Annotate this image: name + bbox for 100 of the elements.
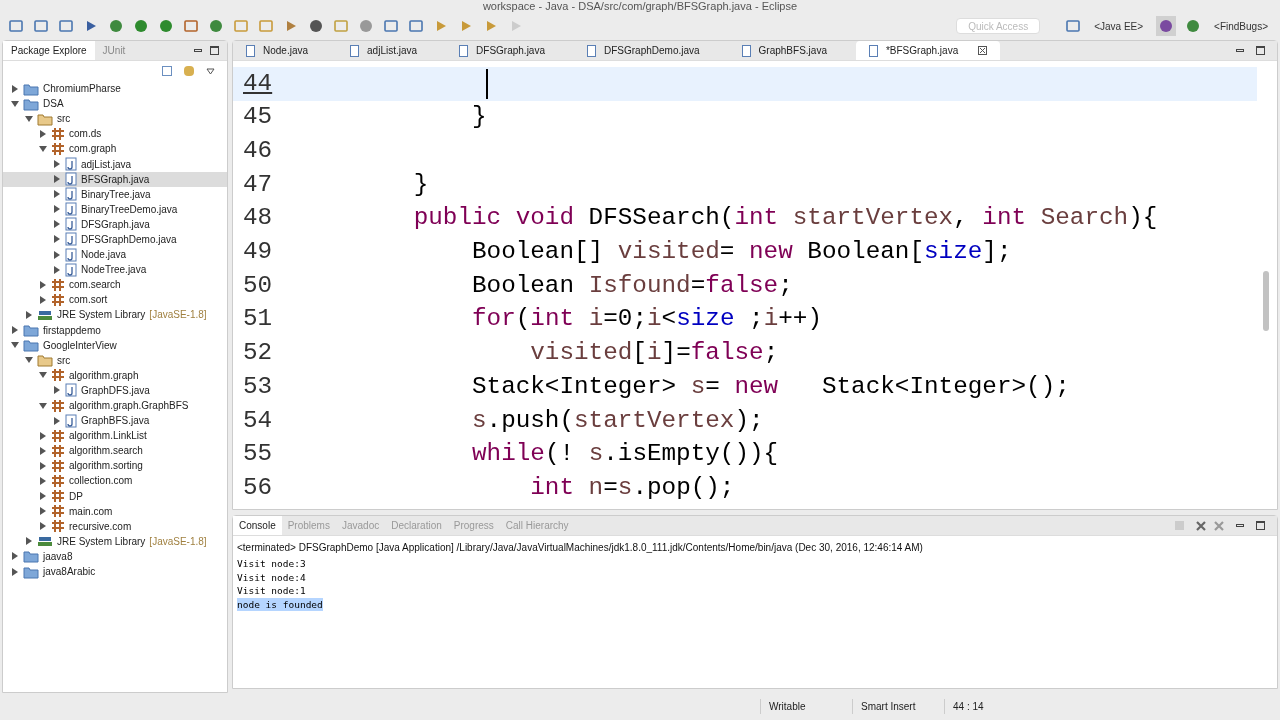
remove-launch-icon[interactable] <box>1196 520 1206 531</box>
editor-tab[interactable]: DFSGraph.java <box>446 41 574 60</box>
tree-item[interactable]: adjList.java <box>3 156 227 172</box>
editor-tab[interactable]: adjList.java <box>337 41 447 60</box>
expanded-arrow-icon[interactable] <box>39 401 47 410</box>
tree-item[interactable]: algorithm.graph.GraphBFS <box>3 397 227 414</box>
tree-item[interactable]: com.ds <box>3 126 227 142</box>
tree-item[interactable]: recursive.com <box>3 518 227 534</box>
line-number: 44 <box>243 68 274 99</box>
tree-item[interactable]: collection.com <box>3 473 227 489</box>
editor-tab[interactable]: *BFSGraph.java <box>855 41 1001 60</box>
minimize-icon[interactable] <box>1236 524 1244 527</box>
maximize-icon[interactable] <box>1256 46 1265 55</box>
java-file-icon <box>65 157 77 171</box>
perspective-button[interactable]: <Java EE> <box>1090 18 1148 34</box>
collapsed-arrow-icon[interactable] <box>53 386 61 395</box>
java-file-icon <box>246 44 255 57</box>
tree-item[interactable]: algorithm.graph <box>3 367 227 383</box>
tree-item[interactable]: BFSGraph.java <box>3 171 227 187</box>
tree-item-label: ChromiumPharse <box>43 82 121 97</box>
view-tab[interactable]: Console <box>233 516 282 535</box>
line-number: 49 <box>243 237 274 268</box>
project-folder-icon <box>23 323 39 338</box>
window-title: workspace - Java - DSA/src/com/graph/BFSGraph.java - Eclipse <box>482 0 798 12</box>
tree-item-label: recursive.com <box>69 519 132 534</box>
panel-tab[interactable]: Package Explore <box>3 41 95 60</box>
line-number: 56 <box>243 472 274 503</box>
tree-item[interactable]: java8Arabic <box>3 564 227 580</box>
tree-item-label: DSA <box>43 97 64 112</box>
tree-item-label: jaava8 <box>43 549 73 564</box>
collapsed-arrow-icon[interactable] <box>39 129 47 138</box>
tree-item-label: BinaryTree.java <box>81 187 151 202</box>
tree-item-label: algorithm.sorting <box>69 459 143 474</box>
line-number: 52 <box>243 338 274 369</box>
tree-item[interactable]: JRE System Library [JavaSE-1.8] <box>3 533 227 549</box>
tree-item[interactable]: algorithm.search <box>3 443 227 459</box>
tree-item[interactable]: GoogleInterView <box>3 337 227 353</box>
package-icon <box>51 519 65 534</box>
quick-access-field[interactable]: Quick Access <box>956 18 1041 34</box>
tree-item[interactable]: com.search <box>3 277 227 293</box>
package-icon <box>51 504 65 519</box>
tree-item[interactable]: BinaryTreeDemo.java <box>3 201 227 217</box>
tree-item-decoration: [JavaSE-1.8] <box>149 308 207 323</box>
package-icon <box>51 428 65 443</box>
tree-item[interactable]: com.sort <box>3 292 227 308</box>
maximize-icon[interactable] <box>1256 521 1265 530</box>
tree-item[interactable]: DFSGraph.java <box>3 216 227 232</box>
tree-item[interactable]: GraphBFS.java <box>3 413 227 429</box>
tree-item[interactable]: NodeTree.java <box>3 262 227 278</box>
package-icon <box>51 126 65 141</box>
tree-item[interactable]: BinaryTree.java <box>3 186 227 202</box>
scrollbar-thumb[interactable] <box>1263 271 1269 331</box>
collapsed-arrow-icon[interactable] <box>11 84 19 93</box>
editor-tab[interactable]: Node.java <box>233 41 338 60</box>
minimize-icon[interactable] <box>1236 49 1244 52</box>
java-file-icon <box>65 172 77 187</box>
tree-item-label: java8Arabic <box>43 565 96 580</box>
tree-item-label: BFSGraph.java <box>81 172 150 187</box>
tree-item[interactable]: main.com <box>3 503 227 519</box>
tree-item[interactable]: ChromiumPharse <box>3 81 227 97</box>
status-field: 44 : 14 <box>944 699 1036 714</box>
code-text: for(int i=0;i<size ;i++) <box>470 304 822 335</box>
expanded-arrow-icon[interactable] <box>39 144 47 153</box>
code-text: } <box>412 169 429 200</box>
tree-item-label: GraphBFS.java <box>81 414 150 429</box>
tree-item[interactable]: src <box>3 352 227 368</box>
java-file-icon <box>868 44 878 57</box>
tree-item[interactable]: GraphDFS.java <box>3 382 227 398</box>
tree-item[interactable]: DFSGraphDemo.java <box>3 231 227 248</box>
console-output-line: Visit node:1 <box>237 584 306 598</box>
code-text: Boolean Isfound=false; <box>470 270 793 301</box>
source-folder-icon <box>37 353 53 368</box>
tree-item-label: DFSGraphDemo.java <box>81 233 177 247</box>
tree-item-label: NodeTree.java <box>81 263 147 278</box>
java-file-icon <box>65 247 77 262</box>
tree-item[interactable]: jaava8 <box>3 548 227 564</box>
perspective-button[interactable]: <FindBugs> <box>1210 18 1272 34</box>
tree-item[interactable]: DSA <box>3 96 227 112</box>
line-number: 45 <box>243 102 274 133</box>
tree-item[interactable]: com.graph <box>3 141 227 157</box>
tree-item-label: algorithm.search <box>69 444 143 459</box>
editor-tab[interactable]: DFSGraphDemo.java <box>574 41 729 60</box>
tree-item[interactable]: Node.java <box>3 247 227 263</box>
tree-item[interactable]: JRE System Library [JavaSE-1.8] <box>3 307 227 323</box>
package-icon <box>51 398 65 413</box>
editor-tab[interactable]: GraphBFS.java <box>728 41 856 60</box>
line-number: 46 <box>243 136 274 166</box>
tree-item[interactable]: firstappdemo <box>3 322 227 338</box>
maximize-icon[interactable] <box>210 46 219 55</box>
tree-item[interactable]: algorithm.LinkList <box>3 428 227 444</box>
collapse-all-icon[interactable] <box>162 66 172 76</box>
tree-item[interactable]: DP <box>3 488 227 504</box>
code-text: Stack<Integer> s= new Stack<Integer>(); <box>470 371 1070 402</box>
close-icon[interactable] <box>978 46 988 55</box>
project-folder-icon <box>23 96 39 111</box>
code-text: s.push(startVertex); <box>470 405 764 436</box>
tree-item[interactable]: algorithm.sorting <box>3 458 227 474</box>
view-menu-icon[interactable] <box>206 67 215 75</box>
minimize-icon[interactable] <box>194 49 202 52</box>
tree-item[interactable]: src <box>3 111 227 127</box>
